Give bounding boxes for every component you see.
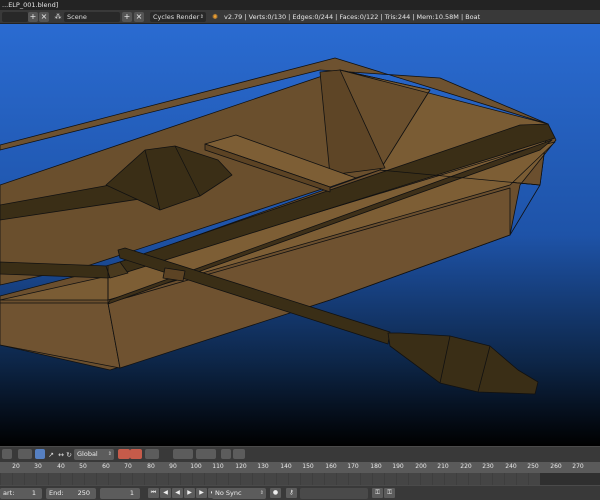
timeline-header: art: 1 End: 250 1 ⏮ ◀ ◀ ▶ ▶ ⏭ No Sync ⇕ … bbox=[0, 485, 600, 500]
ruler-tick: 200 bbox=[415, 463, 427, 470]
ruler-tick: 240 bbox=[505, 463, 517, 470]
render-preview-icon[interactable] bbox=[145, 449, 159, 459]
ruler-tick: 220 bbox=[460, 463, 472, 470]
start-frame-field[interactable]: art: 1 bbox=[0, 488, 42, 499]
current-frame-field[interactable]: 1 bbox=[100, 488, 140, 499]
layer-grid-2[interactable] bbox=[196, 449, 216, 459]
ruler-tick: 270 bbox=[572, 463, 584, 470]
snap-magnet-icon[interactable] bbox=[221, 449, 231, 459]
ruler-tick: 70 bbox=[124, 463, 132, 470]
prev-keyframe-icon[interactable]: ◀ bbox=[160, 488, 171, 498]
boat-scene bbox=[0, 24, 600, 446]
remove-scene-button[interactable]: × bbox=[134, 12, 144, 22]
timeline-ruler[interactable]: 20 30 40 50 60 70 80 90 100 110 120 130 … bbox=[0, 462, 600, 473]
pivot-point-icon[interactable] bbox=[35, 449, 45, 459]
insert-keyframe-icon[interactable]: ⚿ bbox=[372, 488, 383, 498]
layout-selector[interactable] bbox=[2, 12, 28, 22]
delete-keyframe-icon[interactable]: ⚿ bbox=[384, 488, 395, 498]
auto-keying-icon[interactable]: ● bbox=[270, 488, 281, 498]
ruler-tick: 110 bbox=[212, 463, 224, 470]
scene-selector[interactable]: Scene bbox=[64, 12, 120, 22]
cube-icon[interactable] bbox=[2, 449, 12, 459]
ruler-tick: 100 bbox=[190, 463, 202, 470]
ruler-tick: 40 bbox=[57, 463, 65, 470]
play-reverse-icon[interactable]: ◀ bbox=[172, 488, 183, 498]
updown-arrow-icon: ⇕ bbox=[259, 490, 264, 496]
layer-button-1[interactable] bbox=[118, 449, 130, 459]
layer-button-2[interactable] bbox=[130, 449, 142, 459]
snap-element-icon[interactable] bbox=[233, 449, 245, 459]
add-layout-button[interactable]: + bbox=[28, 12, 38, 22]
remove-layout-button[interactable]: × bbox=[39, 12, 49, 22]
ruler-tick: 170 bbox=[347, 463, 359, 470]
play-icon[interactable]: ▶ bbox=[184, 488, 195, 498]
ruler-tick: 210 bbox=[437, 463, 449, 470]
viewport-shading-icon[interactable] bbox=[18, 449, 32, 459]
rotate-icon[interactable]: ↻ bbox=[64, 450, 74, 460]
keying-set-icon[interactable]: ⚷ bbox=[286, 488, 297, 498]
3d-viewport[interactable] bbox=[0, 24, 600, 446]
next-keyframe-icon[interactable]: ▶ bbox=[196, 488, 207, 498]
ruler-tick: 150 bbox=[302, 463, 314, 470]
sync-mode-dropdown[interactable]: No Sync ⇕ bbox=[212, 488, 266, 499]
manipulator-icon[interactable]: ↗ bbox=[46, 450, 56, 460]
updown-arrow-icon: ⇕ bbox=[107, 451, 112, 457]
render-engine-dropdown[interactable]: Cycles Render ⇕ bbox=[150, 12, 206, 22]
layer-grid[interactable] bbox=[173, 449, 193, 459]
ruler-tick: 260 bbox=[550, 463, 562, 470]
scene-icon[interactable]: ⁂ bbox=[53, 12, 63, 22]
end-frame-field[interactable]: End: 250 bbox=[46, 488, 96, 499]
updown-arrow-icon: ⇕ bbox=[199, 14, 204, 20]
timeline-out-of-range bbox=[540, 473, 600, 485]
ruler-tick: 130 bbox=[257, 463, 269, 470]
ruler-tick: 190 bbox=[392, 463, 404, 470]
keying-set-field[interactable] bbox=[300, 488, 368, 499]
ruler-tick: 160 bbox=[325, 463, 337, 470]
jump-start-icon[interactable]: ⏮ bbox=[148, 488, 159, 498]
ruler-tick: 30 bbox=[34, 463, 42, 470]
ruler-tick: 60 bbox=[102, 463, 110, 470]
3d-view-header: ↗ ↔ ↻ Global ⇕ bbox=[0, 446, 600, 462]
ruler-tick: 20 bbox=[12, 463, 20, 470]
info-header: + × ⁂ Scene + × Cycles Render ⇕ ✺ v2.79 … bbox=[0, 10, 600, 24]
timeline-track[interactable] bbox=[0, 473, 600, 485]
ruler-tick: 120 bbox=[235, 463, 247, 470]
blender-logo-icon: ✺ bbox=[212, 13, 218, 21]
ruler-tick: 50 bbox=[79, 463, 87, 470]
ruler-tick: 230 bbox=[482, 463, 494, 470]
add-scene-button[interactable]: + bbox=[122, 12, 132, 22]
ruler-tick: 250 bbox=[527, 463, 539, 470]
ruler-tick: 80 bbox=[147, 463, 155, 470]
ruler-tick: 90 bbox=[169, 463, 177, 470]
transform-orientation-dropdown[interactable]: Global ⇕ bbox=[74, 449, 114, 460]
window-title: ...ELP_001.blend] bbox=[2, 1, 59, 9]
ruler-tick: 140 bbox=[280, 463, 292, 470]
window-title-bar: ...ELP_001.blend] bbox=[0, 0, 600, 10]
ruler-tick: 180 bbox=[370, 463, 382, 470]
scene-stats: v2.79 | Verts:0/130 | Edges:0/244 | Face… bbox=[224, 13, 481, 21]
timeline-frame-lines bbox=[0, 473, 540, 485]
